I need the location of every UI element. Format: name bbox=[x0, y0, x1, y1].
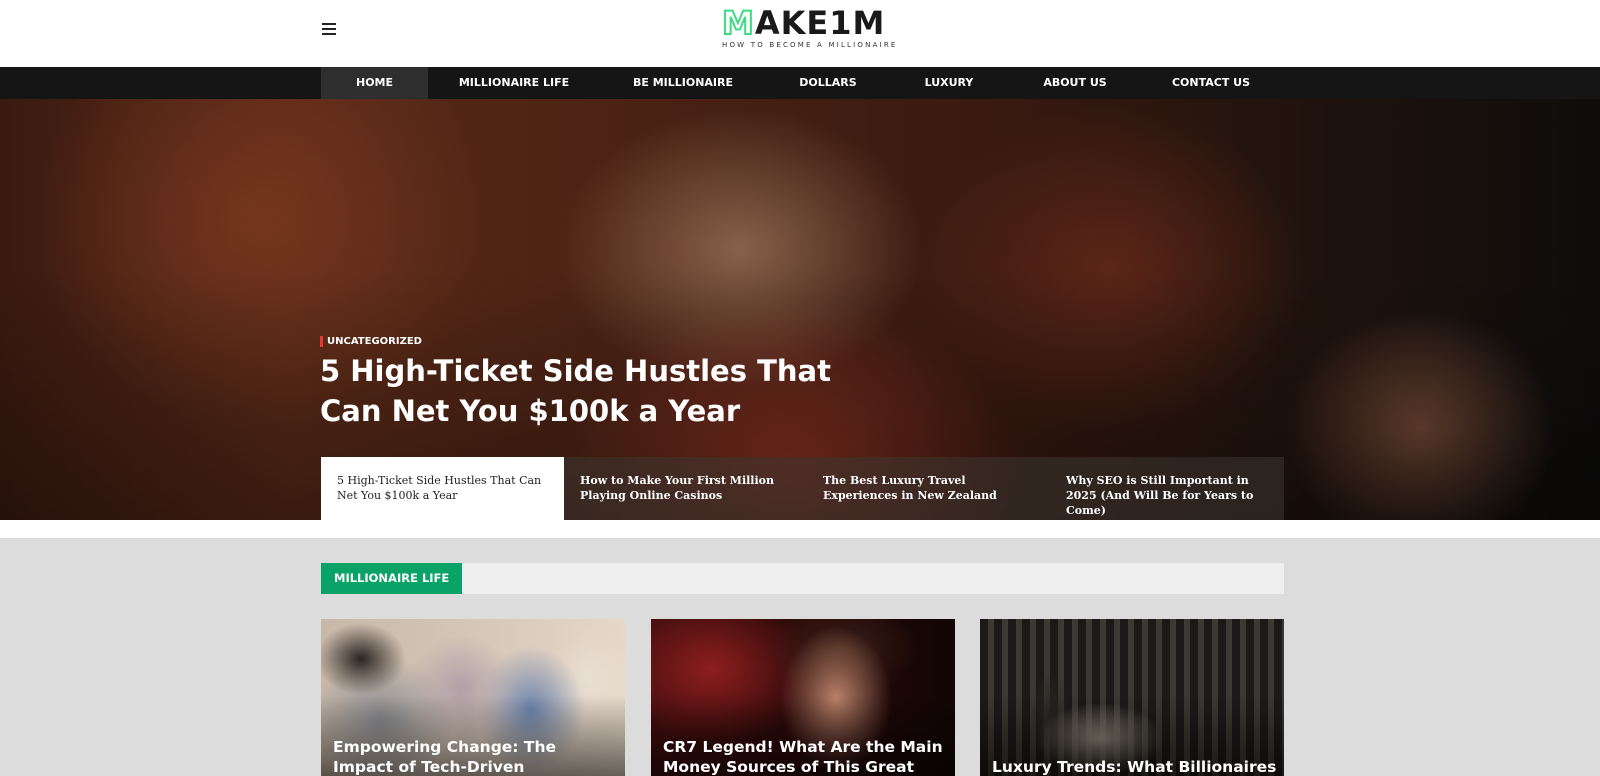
hero-featured-post[interactable]: UNCATEGORIZED 5 High-Ticket Side Hustles… bbox=[0, 99, 1600, 520]
nav-be-millionaire[interactable]: BE MILLIONAIRE bbox=[615, 67, 751, 99]
hero-title[interactable]: 5 High-Ticket Side Hustles That Can Net … bbox=[320, 351, 840, 431]
post-card-1[interactable]: Empowering Change: The Impact of Tech-Dr… bbox=[321, 619, 625, 776]
post-card-1-title[interactable]: Empowering Change: The Impact of Tech-Dr… bbox=[333, 737, 618, 776]
post-card-2[interactable]: CR7 Legend! What Are the Main Money Sour… bbox=[651, 619, 955, 776]
slider-tab-3[interactable]: The Best Luxury Travel Experiences in Ne… bbox=[807, 457, 1050, 520]
slider-tab-1[interactable]: 5 High-Ticket Side Hustles That Can Net … bbox=[321, 457, 564, 520]
section-header-bar: MILLIONAIRE LIFE bbox=[321, 563, 1284, 594]
nav-about-us[interactable]: ABOUT US bbox=[1026, 67, 1124, 99]
nav-contact-us[interactable]: CONTACT US bbox=[1155, 67, 1267, 99]
section-title[interactable]: MILLIONAIRE LIFE bbox=[321, 563, 463, 594]
slider-tab-4[interactable]: Why SEO is Still Important in 2025 (And … bbox=[1050, 457, 1284, 520]
nav-millionaire-life[interactable]: MILLIONAIRE LIFE bbox=[441, 67, 587, 99]
nav-luxury[interactable]: LUXURY bbox=[903, 67, 995, 99]
post-card-2-title[interactable]: CR7 Legend! What Are the Main Money Sour… bbox=[663, 737, 948, 776]
logo-tagline: HOW TO BECOME A MILLIONAIRE bbox=[722, 41, 898, 49]
post-card-3-title[interactable]: Luxury Trends: What Billionaires bbox=[992, 757, 1277, 776]
logo-wordmark: MAKE1M bbox=[721, 4, 886, 42]
hamburger-menu-icon[interactable] bbox=[320, 20, 338, 36]
millionaire-life-section: MILLIONAIRE LIFE Empowering Change: The … bbox=[0, 538, 1600, 776]
post-card-3[interactable]: Luxury Trends: What Billionaires bbox=[980, 619, 1284, 776]
site-header: MAKE1M HOW TO BECOME A MILLIONAIRE bbox=[0, 0, 1600, 67]
nav-home[interactable]: HOME bbox=[321, 67, 428, 99]
slider-tab-2[interactable]: How to Make Your First Million Playing O… bbox=[564, 457, 807, 520]
nav-dollars[interactable]: DOLLARS bbox=[780, 67, 876, 99]
main-nav: HOME MILLIONAIRE LIFE BE MILLIONAIRE DOL… bbox=[0, 67, 1600, 99]
hero-category-label[interactable]: UNCATEGORIZED bbox=[320, 336, 422, 347]
site-logo[interactable]: MAKE1M HOW TO BECOME A MILLIONAIRE bbox=[721, 4, 898, 52]
